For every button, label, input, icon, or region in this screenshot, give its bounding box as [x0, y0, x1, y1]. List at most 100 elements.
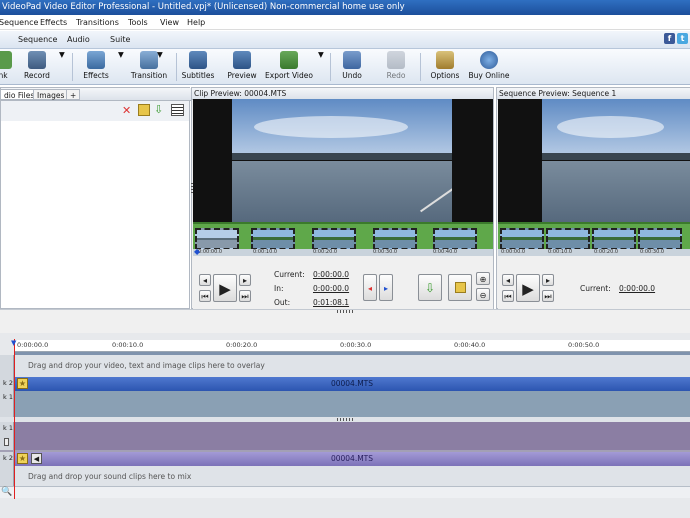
prev-frame-button[interactable]: ◂	[199, 274, 211, 286]
add-tab-button[interactable]: +	[66, 89, 81, 100]
window-title: VideoPad Video Editor Professional - Unt…	[2, 2, 405, 12]
transition-dropdown-chevron-icon[interactable]: ▼	[157, 50, 163, 84]
seq-next-frame-button[interactable]: ▸	[542, 274, 554, 286]
menu-help[interactable]: Help	[187, 15, 205, 30]
new-folder-icon[interactable]	[138, 104, 150, 116]
preview-button[interactable]: Preview	[225, 50, 259, 84]
subtitles-button[interactable]: Subtitles	[181, 50, 215, 84]
undo-button[interactable]: Undo	[338, 50, 366, 84]
record-dropdown-chevron-icon[interactable]: ▼	[59, 50, 65, 84]
add-to-sequence-button[interactable]: ⇩	[418, 274, 442, 301]
audio-effect-star-icon[interactable]: ★	[17, 453, 28, 464]
redo-button[interactable]: Redo	[382, 50, 410, 84]
seq-go-start-button[interactable]: ⏮	[502, 290, 514, 302]
sequence-preview-panel: Sequence Preview: Sequence 1 0:00:00.0 0…	[496, 87, 690, 309]
strip-tick: 0:00:00.0	[501, 249, 526, 255]
strip-tick: 0:00:30.0	[640, 249, 665, 255]
out-timecode[interactable]: 0:01:08.1	[313, 298, 349, 307]
blank-button[interactable]: nk	[0, 50, 14, 84]
splitter-grip-icon[interactable]	[337, 418, 355, 421]
seq-prev-frame-button[interactable]: ◂	[502, 274, 514, 286]
save-clip-icon	[455, 282, 466, 293]
filmstrip-frame	[433, 228, 477, 250]
export-dropdown-chevron-icon[interactable]: ▼	[318, 50, 324, 84]
import-arrow-icon[interactable]: ⇩	[154, 104, 163, 115]
toolbar-separator	[176, 53, 177, 81]
audio-speaker-icon[interactable]: ◀	[31, 453, 42, 464]
zoom-out-icon[interactable]: ⊖	[476, 288, 490, 301]
playhead[interactable]	[14, 339, 15, 499]
video-track-1[interactable]: k 1	[0, 391, 690, 417]
audio-drop-track[interactable]: Drag and drop your sound clips here to m…	[0, 466, 690, 486]
zoom-icon[interactable]: 🔍	[1, 487, 12, 498]
twitter-icon[interactable]: t	[677, 33, 688, 44]
zoom-in-icon[interactable]: ⊕	[476, 272, 490, 285]
effects-button[interactable]: Effects	[80, 50, 112, 84]
seq-play-button[interactable]: ▶	[516, 274, 540, 302]
list-view-icon[interactable]	[171, 104, 184, 116]
go-end-button[interactable]: ⏭	[239, 290, 251, 302]
ruler-tick: 0:00:30.0	[340, 341, 372, 349]
subtitles-label: Subtitles	[181, 71, 215, 80]
redo-icon	[387, 51, 405, 69]
menu-tools[interactable]: Tools	[128, 15, 148, 30]
menu-effects[interactable]: Effects	[40, 15, 67, 30]
redo-label: Redo	[386, 71, 406, 80]
splitter-grip-icon[interactable]	[337, 310, 355, 313]
seq-go-end-button[interactable]: ⏭	[542, 290, 554, 302]
video-clip[interactable]: 00004.MTS	[14, 377, 690, 391]
effects-label: Effects	[83, 71, 109, 80]
next-frame-button[interactable]: ▸	[239, 274, 251, 286]
video-track-2-label: k 2	[3, 379, 13, 387]
buy-online-button[interactable]: Buy Online	[468, 50, 510, 84]
effects-dropdown-chevron-icon[interactable]: ▼	[118, 50, 124, 84]
set-in-button[interactable]: ◂	[363, 274, 377, 301]
menu-view[interactable]: View	[160, 15, 179, 30]
sequence-filmstrip[interactable]: 0:00:00.0 0:00:10.0 0:00:20.0 0:00:30.0	[498, 222, 690, 256]
overlay-track[interactable]: Drag and drop your video, text and image…	[0, 355, 690, 377]
record-label: Record	[24, 71, 50, 80]
facebook-icon[interactable]: f	[664, 33, 675, 44]
current-timecode[interactable]: 0:00:00.0	[313, 270, 349, 279]
clip-effect-star-icon[interactable]: ★	[17, 378, 28, 389]
options-button[interactable]: Options	[428, 50, 462, 84]
tab-suite[interactable]: Suite	[110, 31, 130, 49]
buy-online-icon	[480, 51, 498, 69]
tab-sequence[interactable]: Sequence	[18, 31, 57, 49]
seq-current-label: Current:	[580, 284, 611, 293]
strip-tick: 0:00:40.0	[433, 249, 458, 255]
go-start-button[interactable]: ⏮	[199, 290, 211, 302]
play-button[interactable]: ▶	[213, 274, 237, 302]
menu-sequence[interactable]: Sequence	[0, 15, 38, 30]
audio-track-2-label: k 2	[3, 454, 13, 462]
save-clip-button[interactable]	[448, 274, 472, 301]
ribbon-tabs: Sequence Audio Suite f t	[0, 31, 690, 49]
export-video-button[interactable]: Export Video	[265, 50, 313, 84]
volume-slider-icon[interactable]	[4, 438, 9, 446]
strip-tick: 0:00:20.0	[594, 249, 619, 255]
blank-label: nk	[0, 71, 8, 80]
menu-bar: Sequence Effects Transitions Tools View …	[0, 15, 690, 30]
audio-track-1[interactable]: k 1	[0, 422, 690, 450]
playhead-marker-icon[interactable]: ▼	[11, 340, 16, 347]
filmstrip-frame	[546, 228, 590, 250]
remove-icon[interactable]: ✕	[122, 105, 131, 116]
audio-track-2[interactable]: k 2 00004.MTS ★ ◀	[0, 452, 690, 466]
tab-audio[interactable]: Audio	[67, 31, 90, 49]
sequence-controls: ◂ ⏮ ▶ ▸ ⏭ Current: 0:00:00.0	[498, 258, 690, 309]
toolbar-separator	[330, 53, 331, 81]
audio-track-1-label: k 1	[3, 424, 13, 432]
timeline-ruler[interactable]: 0:00:00.0 0:00:10.0 0:00:20.0 0:00:30.0 …	[14, 340, 690, 352]
in-timecode[interactable]: 0:00:00.0	[313, 284, 349, 293]
menu-transitions[interactable]: Transitions	[76, 15, 119, 30]
set-out-button[interactable]: ▸	[379, 274, 393, 301]
in-marker-icon[interactable]: ◆	[194, 248, 200, 256]
record-button[interactable]: Record	[22, 50, 52, 84]
out-label: Out:	[274, 298, 291, 307]
export-video-icon	[280, 51, 298, 69]
tab-images[interactable]: Images	[33, 89, 69, 100]
audio-clip[interactable]: 00004.MTS	[14, 452, 690, 466]
video-track-2[interactable]: k 2 00004.MTS ★	[0, 377, 690, 391]
seq-current-timecode[interactable]: 0:00:00.0	[619, 284, 655, 293]
clip-filmstrip[interactable]: 0:00:00.0 0:00:10.0 0:00:20.0 0:00:30.0 …	[193, 222, 493, 256]
